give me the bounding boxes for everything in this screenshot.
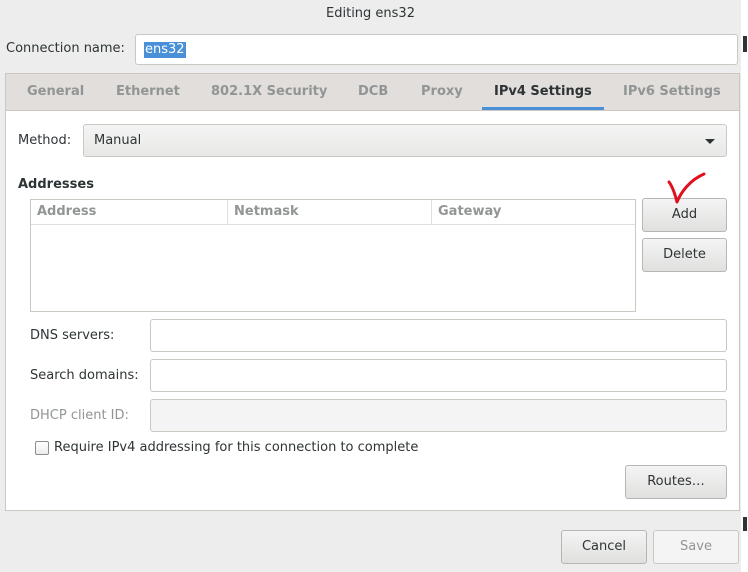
tab-ipv6-settings[interactable]: IPv6 Settings [623,74,721,110]
column-header-gateway[interactable]: Gateway [432,200,635,224]
tab-ethernet[interactable]: Ethernet [116,74,180,110]
require-ipv4-checkbox[interactable] [35,441,49,455]
tab-dcb[interactable]: DCB [358,74,388,110]
dhcp-client-id-input [150,399,727,432]
edit-connection-dialog: Editing ens32 Connection name: ens32 Gen… [0,0,741,572]
save-button: Save [653,530,739,564]
connection-name-label: Connection name: [6,41,125,56]
connection-name-value: ens32 [144,42,186,58]
tab-bar: General Ethernet 802.1X Security DCB Pro… [6,74,739,111]
background-window-edge [741,0,748,572]
column-header-address[interactable]: Address [31,200,228,224]
search-domains-label: Search domains: [30,368,139,383]
dropdown-arrow-icon [705,139,715,144]
background-edge-mark [743,36,747,52]
settings-notebook: General Ethernet 802.1X Security DCB Pro… [5,73,740,511]
cancel-button[interactable]: Cancel [561,530,647,564]
method-label: Method: [18,133,72,148]
addresses-table[interactable]: Address Netmask Gateway [30,199,636,312]
red-checkmark-annotation-icon [667,172,706,204]
connection-name-input[interactable]: ens32 [135,34,738,65]
tab-8021x-security[interactable]: 802.1X Security [211,74,327,110]
dns-servers-label: DNS servers: [30,328,115,343]
tab-general[interactable]: General [27,74,84,110]
tab-ipv4-settings[interactable]: IPv4 Settings [482,74,604,110]
require-ipv4-label[interactable]: Require IPv4 addressing for this connect… [54,440,418,456]
addresses-heading: Addresses [18,177,94,192]
dns-servers-input[interactable] [150,319,727,352]
dhcp-client-id-label: DHCP client ID: [30,408,129,423]
routes-button[interactable]: Routes… [625,465,727,499]
tab-proxy[interactable]: Proxy [421,74,463,110]
ipv4-settings-page: Method: Manual Addresses Address Netmask… [6,111,739,510]
dialog-title: Editing ens32 [326,6,415,21]
delete-address-button[interactable]: Delete [642,238,727,272]
addresses-table-header: Address Netmask Gateway [31,200,635,225]
method-value: Manual [94,133,142,148]
column-header-netmask[interactable]: Netmask [228,200,432,224]
method-dropdown[interactable]: Manual [83,124,727,157]
background-edge-mark [743,517,747,531]
search-domains-input[interactable] [150,359,727,392]
